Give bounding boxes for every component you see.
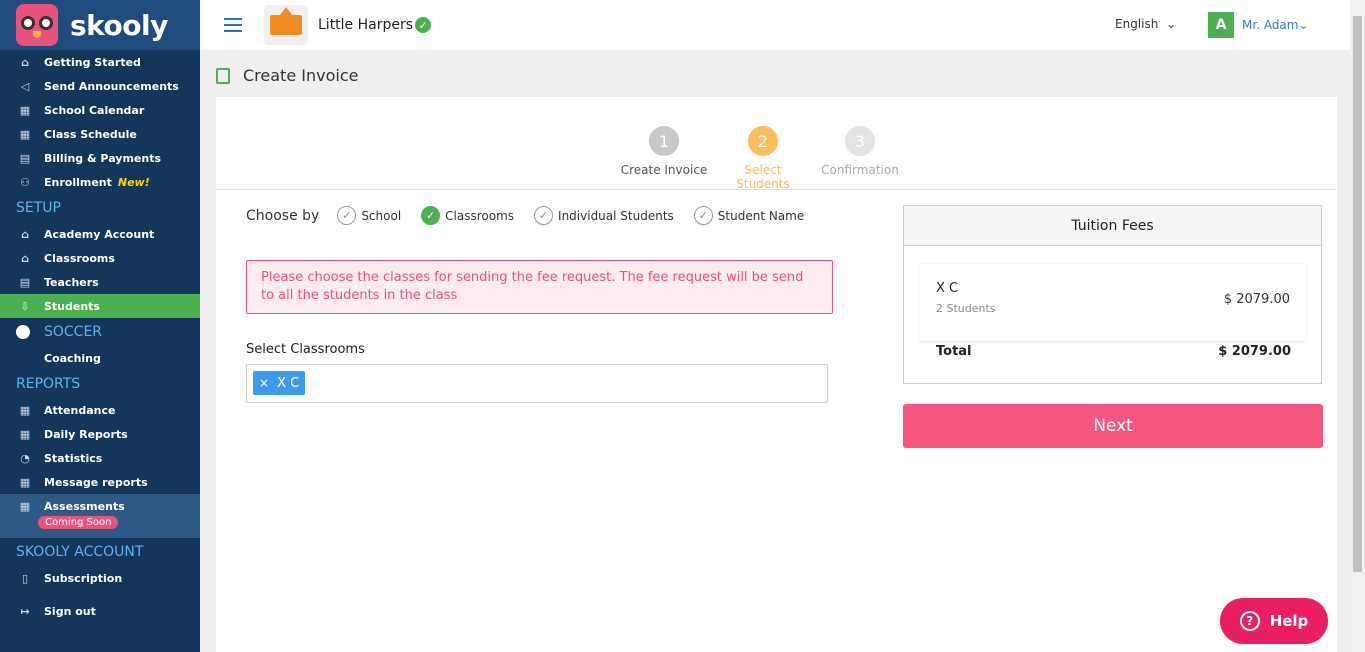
invoice-card: 1 Create Invoice 2 Select Students 3 Confir… bbox=[216, 97, 1337, 652]
fee-item-amount: $ 2079.00 bbox=[1223, 292, 1290, 307]
owl-logo-icon bbox=[16, 4, 58, 46]
page-title: Create Invoice bbox=[216, 66, 358, 85]
fee-item-students: 2 Students bbox=[936, 302, 996, 315]
menu-icon[interactable] bbox=[224, 14, 242, 36]
check-icon: ✓ bbox=[337, 206, 357, 225]
sidebar-item-enrollment[interactable]: ⚇ Enrollment New! bbox=[0, 170, 200, 194]
radio-school[interactable]: ✓ School bbox=[337, 206, 401, 225]
fee-item-name: X C bbox=[936, 281, 959, 296]
sidebar-item-sign-out[interactable]: ↦ Sign out bbox=[0, 599, 200, 623]
sign-out-icon: ↦ bbox=[20, 604, 30, 618]
building-icon: ⌂ bbox=[21, 227, 29, 241]
sidebar-item-classrooms[interactable]: ⌂ Classrooms bbox=[0, 246, 200, 270]
sidebar-item-school-calendar[interactable]: ▦ School Calendar bbox=[0, 98, 200, 122]
calendar-icon: ▦ bbox=[19, 500, 31, 513]
next-button[interactable]: Next bbox=[903, 404, 1323, 448]
logo-text: skooly bbox=[70, 8, 168, 42]
sidebar-item-academy-account[interactable]: ⌂ Academy Account bbox=[0, 222, 200, 246]
sidebar: skooly ⌂ Getting Started ◁ Send Announceme… bbox=[0, 0, 200, 652]
school-building-icon bbox=[270, 7, 302, 35]
select-classrooms-label: Select Classrooms bbox=[246, 342, 365, 357]
sidebar-item-getting-started[interactable]: ⌂ Getting Started bbox=[0, 50, 200, 74]
radio-classrooms[interactable]: ✓ Classrooms bbox=[421, 206, 514, 225]
logo[interactable]: skooly bbox=[0, 0, 200, 50]
soccer-ball-icon bbox=[16, 325, 30, 339]
coaching-icon bbox=[18, 352, 32, 364]
language-select[interactable]: English ⌄ bbox=[1115, 17, 1176, 31]
calendar-icon: ▦ bbox=[19, 127, 31, 141]
student-icon: ⇩ bbox=[20, 299, 30, 313]
help-icon: ? bbox=[1239, 611, 1260, 631]
sidebar-account-nav: ▯ Subscription ↦ Sign out bbox=[0, 566, 200, 623]
radio-individual-students[interactable]: ✓ Individual Students bbox=[534, 206, 674, 225]
sidebar-item-attendance[interactable]: ▦ Attendance bbox=[0, 398, 200, 422]
bookmark-icon: ▯ bbox=[21, 571, 29, 585]
section-soccer: SOCCER bbox=[0, 318, 200, 346]
step-create-invoice: 1 Create Invoice bbox=[620, 126, 708, 177]
fee-line-item: X C 2 Students $ 2079.00 bbox=[920, 264, 1306, 342]
total-amount: $ 2079.00 bbox=[1218, 344, 1291, 359]
school-name: Little Harpers bbox=[318, 17, 414, 33]
attendance-icon: ▦ bbox=[19, 403, 31, 417]
coming-soon-badge: Coming Soon bbox=[38, 516, 119, 529]
section-reports: REPORTS bbox=[16, 376, 81, 392]
sidebar-soccer-nav: Coaching bbox=[0, 346, 200, 370]
classroom-multiselect[interactable]: × X C bbox=[246, 364, 828, 403]
scroll-thumb[interactable] bbox=[1353, 16, 1362, 572]
topbar: Little Harpers ✓ English ⌄ A Mr. Adam⌄ bbox=[200, 0, 1350, 50]
sidebar-item-statistics[interactable]: ◔ Statistics bbox=[0, 446, 200, 470]
check-icon: ✓ bbox=[534, 206, 554, 225]
megaphone-icon: ◁ bbox=[20, 79, 30, 93]
verified-icon: ✓ bbox=[415, 17, 432, 33]
pie-chart-icon: ◔ bbox=[20, 451, 30, 465]
invoice-icon bbox=[216, 67, 230, 84]
school-logo bbox=[264, 5, 308, 45]
message-report-icon: ▦ bbox=[19, 475, 31, 489]
scrollbar[interactable] bbox=[1350, 0, 1365, 652]
stepper: 1 Create Invoice 2 Select Students 3 Confir… bbox=[216, 97, 1337, 191]
sidebar-item-send-announcements[interactable]: ◁ Send Announcements bbox=[0, 74, 200, 98]
receipt-icon: ▤ bbox=[19, 151, 31, 165]
tuition-fees-title: Tuition Fees bbox=[903, 205, 1322, 246]
sidebar-item-coaching[interactable]: Coaching bbox=[0, 346, 200, 370]
remove-tag-icon[interactable]: × bbox=[259, 376, 269, 390]
classroom-icon: ⌂ bbox=[21, 251, 29, 265]
user-add-icon: ⚇ bbox=[20, 175, 30, 189]
home-icon: ⌂ bbox=[21, 55, 29, 69]
info-alert: Please choose the classes for sending th… bbox=[246, 260, 833, 314]
sidebar-setup-nav: ⌂ Academy Account ⌂ Classrooms ▤ Teachers ⇩… bbox=[0, 222, 200, 318]
user-menu[interactable]: Mr. Adam⌄ bbox=[1242, 18, 1309, 32]
sidebar-item-message-reports[interactable]: ▦ Message reports bbox=[0, 470, 200, 494]
section-setup: SETUP bbox=[16, 200, 61, 216]
total-label: Total bbox=[936, 344, 972, 359]
sidebar-reports-nav: ▦ Attendance ▦ Daily Reports ◔ Statistics ▦… bbox=[0, 398, 200, 538]
sidebar-item-subscription[interactable]: ▯ Subscription bbox=[0, 566, 200, 590]
radio-student-name[interactable]: ✓ Student Name bbox=[693, 206, 804, 225]
sidebar-item-teachers[interactable]: ▤ Teachers bbox=[0, 270, 200, 294]
classroom-tag: × X C bbox=[253, 371, 306, 395]
check-icon: ✓ bbox=[421, 206, 441, 225]
teacher-icon: ▤ bbox=[19, 275, 31, 289]
chevron-down-icon: ⌄ bbox=[1298, 18, 1309, 32]
new-badge: New! bbox=[117, 175, 150, 189]
tuition-fees-panel: Tuition Fees X C 2 Students $ 2079.00 To… bbox=[903, 205, 1322, 384]
help-button[interactable]: ? Help bbox=[1220, 598, 1328, 644]
choose-by-label: Choose by bbox=[246, 207, 320, 224]
section-skooly-account: SKOOLY ACCOUNT bbox=[16, 544, 144, 560]
sidebar-item-billing[interactable]: ▤ Billing & Payments bbox=[0, 146, 200, 170]
choose-by-group: Choose by ✓ School ✓ Classrooms ✓ Individua… bbox=[246, 206, 824, 225]
chevron-down-icon: ⌄ bbox=[1162, 17, 1177, 31]
check-icon: ✓ bbox=[693, 206, 713, 225]
report-icon: ▦ bbox=[19, 427, 31, 441]
sidebar-item-class-schedule[interactable]: ▦ Class Schedule bbox=[0, 122, 200, 146]
sidebar-item-students[interactable]: ⇩ Students bbox=[0, 294, 200, 318]
avatar[interactable]: A bbox=[1208, 12, 1234, 38]
calendar-icon: ▦ bbox=[19, 103, 31, 117]
sidebar-item-daily-reports[interactable]: ▦ Daily Reports bbox=[0, 422, 200, 446]
step-confirmation: 3 Confirmation bbox=[821, 126, 899, 177]
sidebar-main-nav: ⌂ Getting Started ◁ Send Announcements ▦ Sc… bbox=[0, 50, 200, 194]
sidebar-item-assessments[interactable]: ▦ Assessments Coming Soon bbox=[0, 494, 200, 538]
assessments-row: ▦ Assessments bbox=[19, 500, 125, 513]
step-select-students: 2 Select Students bbox=[718, 126, 808, 191]
